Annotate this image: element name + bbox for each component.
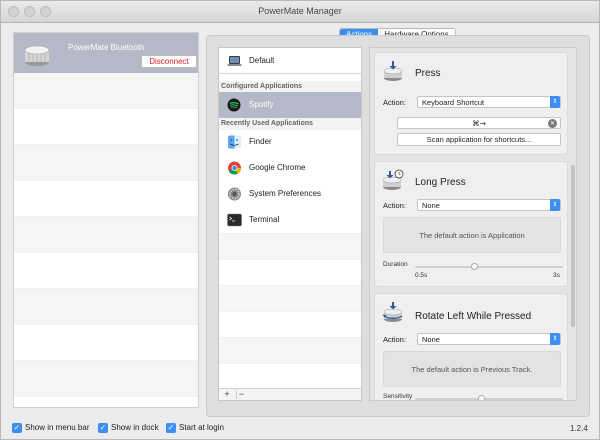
rotate-left-pressed-action-select[interactable]: None ⇕ [417, 333, 561, 345]
sensitivity-slider[interactable] [415, 395, 563, 400]
show-in-dock-label: Show in dock [111, 423, 159, 432]
duration-label: Duration [383, 261, 408, 268]
rotate-left-pressed-card: Rotate Left While Pressed Action: None ⇕… [374, 293, 568, 400]
long-press-icon [382, 169, 404, 190]
scan-application-button[interactable]: Scan application for shortcuts... [397, 133, 561, 146]
show-in-menu-bar-checkbox[interactable]: ✓ [12, 423, 22, 433]
add-application-button[interactable]: + [222, 390, 232, 399]
long-press-action-value: None [422, 201, 440, 210]
app-row-default[interactable]: Default [219, 48, 361, 74]
actions-scrollbar[interactable] [571, 165, 575, 327]
duration-slider-knob[interactable] [471, 263, 478, 270]
press-title: Press [415, 68, 441, 79]
long-press-action-label: Action: [383, 201, 406, 210]
clear-shortcut-icon[interactable]: ✕ [548, 119, 557, 128]
start-at-login-checkbox[interactable]: ✓ [166, 423, 176, 433]
start-at-login-label: Start at login [179, 423, 224, 432]
sensitivity-slider-knob[interactable] [478, 395, 485, 400]
long-press-info: The default action is Application [383, 217, 561, 253]
app-row-system-preferences[interactable]: System Preferences [219, 181, 361, 207]
app-label-spotify: Spotify [249, 100, 274, 109]
chevron-updown-icon: ⇕ [550, 199, 560, 211]
version-label: 1.2.4 [570, 424, 588, 433]
app-row-finder[interactable]: Finder [219, 129, 361, 155]
show-in-dock-checkbox[interactable]: ✓ [98, 423, 108, 433]
long-press-action-select[interactable]: None ⇕ [417, 199, 561, 211]
application-list-footer: + − [219, 388, 361, 400]
shortcut-field[interactable]: ⌘→ ✕ [397, 117, 561, 129]
remove-application-button[interactable]: − [236, 390, 246, 399]
app-label-system-preferences: System Preferences [249, 189, 322, 198]
app-label-default: Default [249, 56, 275, 65]
device-row-powermate[interactable]: PowerMate Bluetooth Disconnect [14, 33, 198, 73]
show-in-menu-bar-label: Show in menu bar [25, 423, 90, 432]
disconnect-button[interactable]: Disconnect [141, 55, 197, 68]
device-list: PowerMate Bluetooth Disconnect [13, 32, 199, 408]
duration-slider[interactable] [415, 263, 563, 270]
chrome-icon [228, 161, 241, 175]
list-filler [219, 233, 361, 389]
rotate-left-pressed-action-label: Action: [383, 335, 406, 344]
action-list: Press Action: Keyboard Shortcut ⇕ ⌘→ ✕ S… [369, 47, 577, 401]
press-card: Press Action: Keyboard Shortcut ⇕ ⌘→ ✕ S… [374, 52, 568, 155]
long-press-title: Long Press [415, 177, 466, 188]
device-name: PowerMate Bluetooth [68, 43, 145, 52]
rotate-left-pressed-action-value: None [422, 335, 440, 344]
app-label-google-chrome: Google Chrome [249, 163, 306, 172]
app-row-google-chrome[interactable]: Google Chrome [219, 155, 361, 181]
app-row-terminal[interactable]: Terminal [219, 207, 361, 233]
duration-min-label: 0.5s [415, 272, 428, 279]
long-press-card: Long Press Action: None ⇕ The default ac… [374, 161, 568, 287]
app-window: PowerMate Manager PowerMate Bluetooth Di… [0, 0, 600, 440]
app-label-terminal: Terminal [249, 215, 280, 224]
rotate-left-pressed-title: Rotate Left While Pressed [415, 311, 532, 322]
laptop-icon [227, 56, 242, 66]
app-label-finder: Finder [249, 137, 272, 146]
sensitivity-label: Sensitivity [383, 393, 413, 400]
rotate-left-pressed-icon [382, 302, 403, 322]
chevron-updown-icon: ⇕ [550, 333, 560, 345]
press-action-select[interactable]: Keyboard Shortcut ⇕ [417, 96, 561, 108]
window-title: PowerMate Manager [258, 6, 342, 16]
duration-max-label: 3s [553, 272, 560, 279]
application-list: Default Configured Applications Spotify … [218, 47, 362, 401]
gear-icon [228, 187, 241, 201]
chevron-updown-icon: ⇕ [550, 96, 560, 108]
titlebar: PowerMate Manager [1, 1, 599, 23]
rotate-left-pressed-info: The default action is Previous Track. [383, 351, 561, 387]
press-icon [383, 61, 403, 81]
press-action-value: Keyboard Shortcut [422, 98, 485, 107]
shortcut-value: ⌘→ [472, 119, 486, 128]
powermate-device-icon [24, 45, 50, 66]
terminal-icon [227, 213, 242, 227]
spotify-icon [227, 98, 241, 112]
press-action-label: Action: [383, 98, 406, 107]
finder-icon [228, 135, 241, 149]
app-row-spotify[interactable]: Spotify [219, 92, 361, 118]
